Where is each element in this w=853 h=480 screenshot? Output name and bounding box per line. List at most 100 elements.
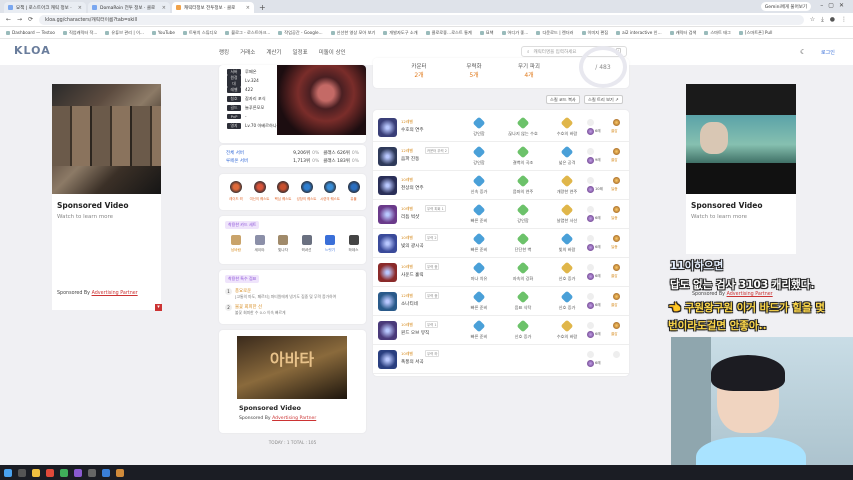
forward-icon[interactable]: → xyxy=(17,16,22,23)
back-icon[interactable]: ← xyxy=(6,16,11,23)
app-icon[interactable] xyxy=(74,468,82,477)
ad-sponsor[interactable]: Sponsored By Advertising Partner xyxy=(692,292,773,297)
browser-tab-active[interactable]: 캐릭터정보 전투정보 · 클로 × xyxy=(172,2,254,13)
skill-row[interactable]: 10레벨 폭풍의 서곡 무력 하 6레 xyxy=(373,345,629,374)
ad-sponsor[interactable]: Sponsored By Advertising Partner xyxy=(239,416,316,421)
bookmark-item[interactable]: 신선한 영상 모아 보기 xyxy=(330,30,375,36)
card-icon[interactable] xyxy=(278,235,288,245)
skill-row[interactable]: 10레벨 천상의 연주 신속 증가 음파의 연주 개량한 연주 10레 딜증 xyxy=(373,171,629,200)
chrome-icon[interactable] xyxy=(46,468,54,477)
ad-left[interactable]: Sponsored Video Watch to learn more Spon… xyxy=(52,84,162,311)
skill-icon xyxy=(378,234,397,253)
ad-center[interactable]: 아바타 Sponsored Video Sponsored By Adverti… xyxy=(219,330,366,433)
gem-icon xyxy=(587,177,594,184)
site-logo[interactable]: KLOA xyxy=(14,44,51,57)
tripod-label: 수호의 바람 xyxy=(556,334,578,339)
nav-schedule[interactable]: 일정표 xyxy=(293,48,308,56)
windows-start-icon[interactable] xyxy=(4,468,12,477)
download-icon[interactable]: ⤓ xyxy=(821,16,824,24)
reload-icon[interactable]: ⟳ xyxy=(28,16,33,23)
bookmark-item[interactable]: 스마트 태그 xyxy=(704,30,731,36)
info-value: Lv.324 xyxy=(245,78,259,83)
skill-tree-button[interactable]: 스킬 트리 보기 ↗ xyxy=(584,95,623,104)
login-button[interactable]: 로그인 xyxy=(821,49,835,56)
bookmark-item[interactable]: 작업공간 - Google... xyxy=(278,30,323,36)
gem-icon[interactable] xyxy=(230,181,242,193)
points-title: 착용한 특수 점표 xyxy=(225,275,260,283)
gemini-chip[interactable]: Gemini에게 물어보기 xyxy=(760,2,811,11)
skill-row[interactable]: 12레벨 수호의 연주 강인함 끊나지 않는 수호 수호의 바람 6레 쿨감 xyxy=(373,113,629,142)
card-icon[interactable] xyxy=(348,235,359,245)
card-icon[interactable] xyxy=(325,235,335,245)
skill-name: 폭풍의 서곡 xyxy=(401,360,424,365)
bookmark-item[interactable]: YouTube xyxy=(151,30,175,35)
nav-ranking[interactable]: 랭킹 xyxy=(219,48,229,56)
close-icon[interactable]: × xyxy=(246,5,250,11)
skill-row[interactable]: 10레벨 윈드 오브 뮤직 무력 1 빠른 준비 신호 증가 수호의 바람 6레 쿨감 xyxy=(373,316,629,345)
close-icon[interactable]: × xyxy=(78,5,82,11)
tripod-icon xyxy=(472,203,486,217)
bookmark-item[interactable]: 클로로좋…로스트 통계 xyxy=(425,30,472,36)
gem-icon[interactable] xyxy=(324,181,336,193)
bookmark-item[interactable]: 직업캐릭터 작... xyxy=(62,30,97,36)
bookmark-item[interactable]: 어디가 좋… xyxy=(501,30,528,36)
bookmark-icon xyxy=(62,30,67,35)
bookmark-item[interactable]: 블로그 - 로스트아크... xyxy=(225,30,270,36)
skill-row[interactable]: 12레벨 소나티네 무력 중 빠른 준비 음표 식탁 신호 증가 6레 쿨감 xyxy=(373,287,629,316)
gem-icon[interactable] xyxy=(253,181,266,193)
close-icon[interactable]: × xyxy=(162,5,166,11)
ad-poster[interactable]: 아바타 xyxy=(237,336,347,399)
gem-icon[interactable] xyxy=(347,181,360,193)
bookmark-item[interactable]: [스마트폰] Pull xyxy=(738,30,772,36)
window-controls[interactable]: –▢✕ xyxy=(820,2,849,9)
card-icon[interactable] xyxy=(254,235,265,245)
tripod-label: 단단한 벽 xyxy=(514,247,532,252)
skill-row[interactable]: 12레벨 음파 진동 카운터 무력 2 강인함 결벽의 곡조 넓은 공격 9레 쿨감 xyxy=(373,142,629,171)
skill-code-button[interactable]: 스킬 코드 복사 xyxy=(546,95,580,104)
bookmark-item[interactable]: 이미지 편집 xyxy=(581,30,608,36)
app-icon[interactable] xyxy=(102,468,110,477)
search-icon[interactable] xyxy=(18,468,26,477)
app-icon[interactable] xyxy=(60,468,68,477)
skill-level: 12레벨 xyxy=(401,148,413,153)
plus-icon[interactable]: + xyxy=(259,3,266,12)
ad-right[interactable]: Sponsored Video Watch to learn more xyxy=(686,84,796,254)
bookmark-item[interactable]: 묘책 xyxy=(479,30,494,36)
tripod-icon xyxy=(516,290,530,304)
dark-mode-icon[interactable]: ☾ xyxy=(800,48,806,56)
app-icon[interactable] xyxy=(116,468,124,477)
webcam-overlay xyxy=(671,337,853,480)
info-value: 늘푸른모모 xyxy=(245,104,265,110)
folder-icon[interactable] xyxy=(32,468,40,477)
nav-calculator[interactable]: 계산기 xyxy=(266,48,281,56)
bookmark-item[interactable]: 트위치 스튜디오 xyxy=(182,30,217,36)
avatar[interactable]: ● xyxy=(830,16,835,23)
ad-sponsor[interactable]: Sponsored By Advertising Partner xyxy=(57,291,138,296)
nav-merchant[interactable]: 미돌이 상인 xyxy=(319,48,346,56)
card-icon[interactable] xyxy=(301,235,312,245)
card-icon[interactable] xyxy=(231,235,241,245)
bookmark-item[interactable]: 다운로드 | 렌더러 xyxy=(536,30,574,36)
star-icon[interactable]: ☆ xyxy=(810,16,815,23)
bookmark-item[interactable]: ai2 interactive 인… xyxy=(616,30,662,36)
app-icon[interactable] xyxy=(88,468,96,477)
bookmark-item[interactable]: 개발자도구 소개 xyxy=(383,30,418,36)
ad-info-icon[interactable]: ▾ xyxy=(155,304,162,311)
skill-row[interactable]: 10레벨 리듬 벅샷 무력 피회 1 빠른 준비 강인함 날렵한 사선 6레 딜증 xyxy=(373,200,629,229)
bookmark-item[interactable]: 캐릭터 검색 xyxy=(669,30,696,36)
gem-icon xyxy=(613,235,620,242)
gem-icon[interactable] xyxy=(300,181,313,193)
url-input[interactable]: kloa.gg/characters/캐릭터이름?tab=skill xyxy=(39,14,804,25)
gem-icon[interactable] xyxy=(277,181,289,193)
browser-tab[interactable]: 묘책 | 로스트아크 캐릭 정보 · × xyxy=(4,2,86,13)
bookmark-item[interactable]: Dashboard — Testoo xyxy=(6,30,55,35)
skill-row[interactable]: 10레벨 사운드 홀릭 무력 중 마나 치유 자속의 강화 신호 증가 6레 쿨감 xyxy=(373,258,629,287)
bookmark-item[interactable]: 유튜브 관리 | 이... xyxy=(105,30,144,36)
tripod-label: 강인함 xyxy=(517,218,529,223)
ad-video[interactable] xyxy=(686,84,796,194)
ad-video[interactable] xyxy=(52,84,161,194)
nav-market[interactable]: 거래소 xyxy=(240,48,255,56)
browser-tab[interactable]: DomaRoin 전투 정보 · 클로 × xyxy=(88,2,170,13)
skill-row[interactable]: 10레벨 빛의 광시곡 무력 2 빠른 준비 단단한 벽 빛의 바람 6레 딜증 xyxy=(373,229,629,258)
menu-icon[interactable]: ⋮ xyxy=(841,16,847,23)
